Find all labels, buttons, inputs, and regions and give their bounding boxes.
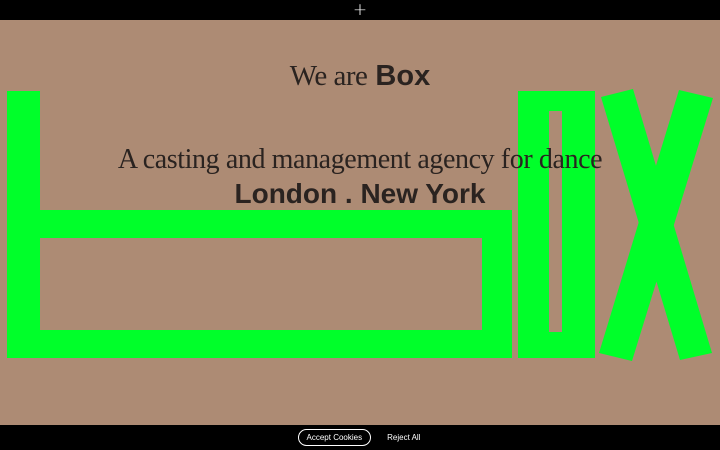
reject-all-button[interactable]: Reject All	[385, 430, 422, 445]
accept-cookies-button[interactable]: Accept Cookies	[297, 429, 372, 446]
we-are-text: We are	[289, 60, 368, 92]
logo-letter-b	[7, 91, 512, 358]
hero-section: We are Box A casting and management agen…	[0, 20, 720, 425]
top-bar: +	[0, 0, 720, 20]
we-are-heading: We are Box	[0, 60, 720, 93]
tagline: A casting and management agency for danc…	[117, 144, 603, 175]
cookie-bar: Accept Cookies Reject All	[0, 425, 720, 450]
brand-name: Box	[375, 60, 431, 92]
logo-letter-x	[599, 89, 713, 361]
cities-text: London . New York	[234, 178, 486, 209]
logo-letter-o	[518, 91, 595, 358]
plus-icon[interactable]: +	[353, 1, 367, 19]
